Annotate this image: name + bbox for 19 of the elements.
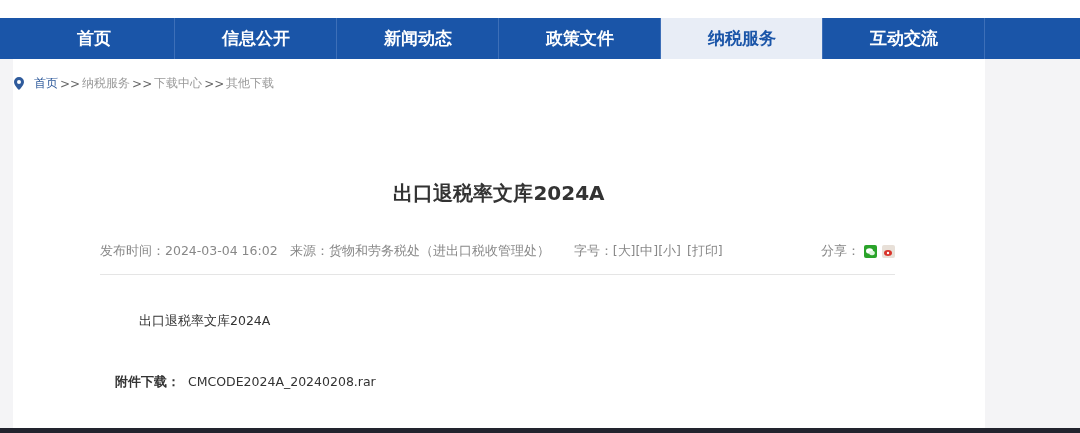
share-label: 分享： — [821, 243, 860, 260]
font-size-label: 字号： — [573, 243, 613, 260]
breadcrumb-separator: >> — [132, 76, 153, 91]
attachment-link[interactable]: CMCODE2024A_20240208.rar — [188, 374, 376, 391]
breadcrumb-separator: >> — [60, 76, 81, 91]
article-body: 出口退税率文库2024A — [139, 313, 272, 330]
breadcrumb-link[interactable]: 首页 — [34, 75, 58, 92]
font-size-link[interactable]: [中] — [635, 243, 659, 260]
article-title: 出口退税率文库2024A — [392, 180, 606, 207]
location-pin-icon — [14, 77, 24, 90]
publish-time: 发布时间：2024-03-04 16:02 — [100, 243, 278, 260]
font-size-link[interactable]: [大] — [612, 243, 636, 260]
font-size-link[interactable]: [小] — [658, 243, 681, 260]
breadcrumb-separator: >> — [204, 76, 225, 91]
attachment-label: 附件下载： — [115, 374, 180, 391]
article-source: 来源：货物和劳务税处（进出口税收管理处） — [289, 243, 550, 260]
print-link[interactable]: [打印] — [686, 243, 723, 260]
chat-share-icon[interactable] — [864, 245, 877, 258]
nav-tab[interactable]: 纳税服务 — [661, 18, 823, 59]
